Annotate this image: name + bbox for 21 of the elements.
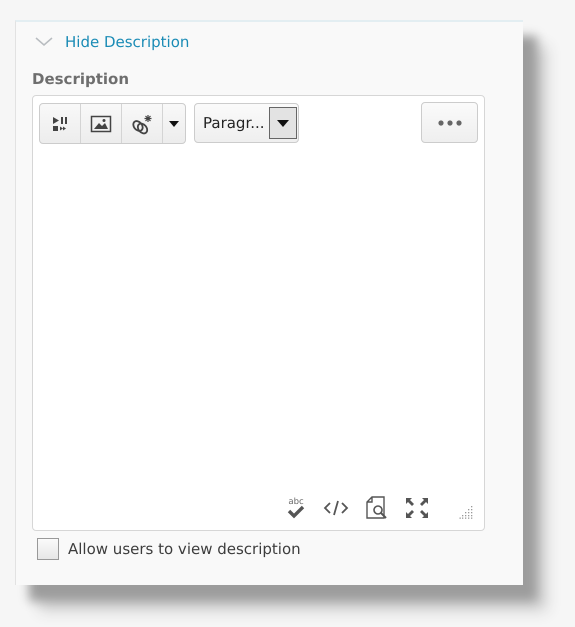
editor-area[interactable]: Paragr... abc [32,95,485,531]
source-code-button[interactable] [323,499,349,517]
caret-icon [276,120,289,126]
ellipsis-icon [438,120,462,126]
image-icon [90,114,112,134]
code-icon [323,499,349,517]
chain-link-icon [131,112,153,134]
format-select[interactable]: Paragr... [194,103,299,143]
field-label: Description [32,70,130,88]
more-options-button[interactable] [421,102,478,143]
resize-handle-icon[interactable] [459,505,473,519]
checkbox[interactable] [37,538,59,560]
spellcheck-button[interactable]: abc [285,496,307,520]
hide-description-link[interactable]: Hide Description [32,31,190,53]
chevron-icon [35,37,53,47]
fullscreen-icon [405,497,429,519]
checkbox-label: Allow users to view description [68,540,301,558]
preview-button[interactable] [365,496,389,520]
document-magnifier-icon [365,496,389,520]
caret-icon [169,120,179,126]
fullscreen-button[interactable] [405,497,429,519]
